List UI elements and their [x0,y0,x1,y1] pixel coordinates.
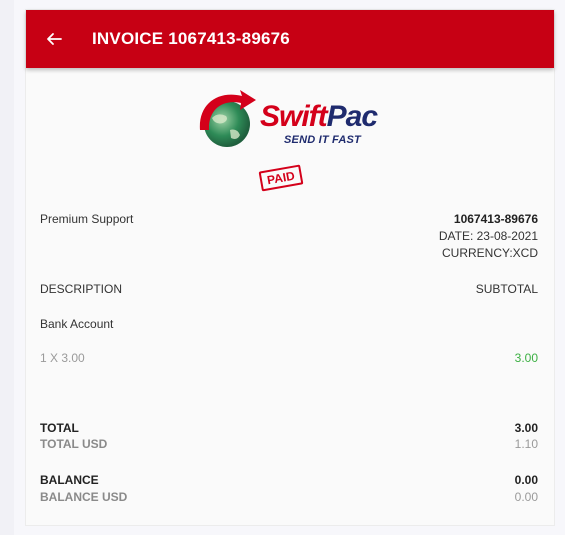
customer-name: Premium Support [40,212,134,226]
invoice-date: DATE: 23-08-2021 [438,229,538,243]
invoice-currency: CURRENCY:XCD [441,246,538,260]
balance-usd-label: BALANCE USD [40,490,128,504]
line-item-subtotal: 3.00 [514,351,538,365]
invoice-number: 1067413-89676 [453,212,538,226]
logo-wordmark: SwiftPac [260,100,378,133]
balance-label: BALANCE [40,473,99,487]
page-title: INVOICE 1067413-89676 [92,29,290,48]
total-label: TOTAL [40,421,79,435]
globe-arrow-icon [199,90,256,147]
logo-tagline: SEND IT FAST [284,134,361,146]
column-header-subtotal: SUBTOTAL [475,282,538,296]
total-usd-value: 1.10 [514,437,538,451]
paid-stamp: PAID [258,164,304,192]
back-button[interactable] [26,10,82,68]
total-value: 3.00 [514,421,538,435]
balance-usd-value: 0.00 [514,490,538,504]
app-bar: INVOICE 1067413-89676 [26,10,554,68]
left-edge-strip [0,0,14,535]
column-header-description: DESCRIPTION [40,282,123,296]
line-item-qty-price: 1 X 3.00 [40,351,85,365]
total-usd-label: TOTAL USD [40,437,108,451]
company-logo: SwiftPac SEND IT FAST PAID [190,82,378,192]
line-item-name: Bank Account [40,317,114,331]
arrow-left-icon [47,33,62,45]
balance-value: 0.00 [514,473,538,487]
